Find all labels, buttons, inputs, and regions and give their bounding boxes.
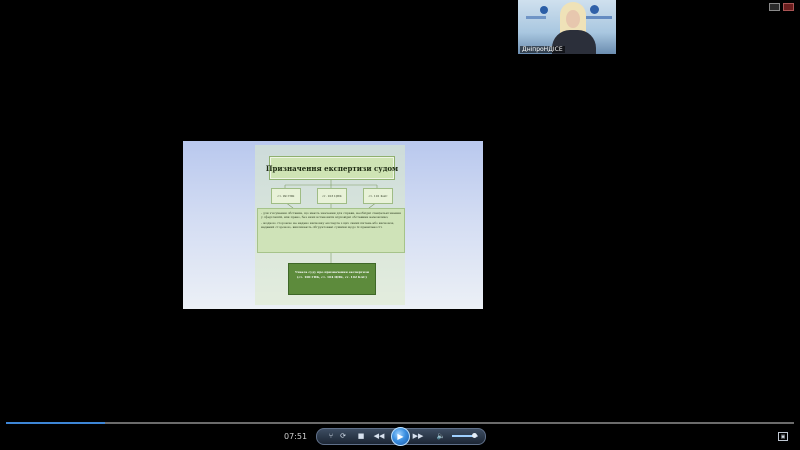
- volume-icon[interactable]: 🔈: [436, 431, 446, 441]
- wall-decoration: [526, 16, 546, 19]
- presenter-face: [566, 10, 580, 28]
- condition-2: - жодною стороною не надано висновку екс…: [261, 221, 395, 229]
- rewind-icon[interactable]: ◀◀: [374, 431, 385, 441]
- slide-title: Призначення експертизи судом: [266, 156, 398, 180]
- ruling-line-2: (ст. 100 ГПК, ст. 104 ЦПК, ст. 102 КАС): [297, 275, 367, 279]
- wall-logo-icon: [540, 6, 548, 14]
- presenter-webcam: ДніпроНДІСЕ: [518, 0, 616, 54]
- fast-forward-icon[interactable]: ▶▶: [413, 431, 424, 441]
- court-ruling-box: Ухвала суду про призначення експертизи (…: [288, 263, 376, 295]
- close-icon[interactable]: [783, 3, 794, 11]
- playlist-icon[interactable]: ⑂: [326, 431, 336, 441]
- law-box-kas: ст. 101 КАС: [363, 188, 393, 204]
- seek-progress: [6, 422, 105, 424]
- elapsed-time: 07:51: [284, 432, 308, 441]
- volume-level: [452, 435, 475, 437]
- seek-bar[interactable]: [6, 422, 794, 424]
- presentation-slide: Призначення експертизи судом ст. 99 ГПК …: [183, 141, 483, 309]
- fullscreen-icon[interactable]: ▣: [778, 432, 788, 441]
- condition-1: - для з'ясування обставин, що мають знач…: [261, 211, 401, 219]
- restore-icon[interactable]: [769, 3, 780, 11]
- repeat-icon[interactable]: ⟳: [338, 431, 348, 441]
- law-box-cpk: ст. 103 ЦПК: [317, 188, 347, 204]
- law-box-gpk: ст. 99 ГПК: [271, 188, 301, 204]
- play-icon[interactable]: ▶: [391, 427, 410, 446]
- window-controls: [769, 3, 794, 11]
- stop-icon[interactable]: ■: [356, 431, 366, 441]
- wall-decoration: [586, 16, 612, 19]
- conditions-text-box: - для з'ясування обставин, що мають знач…: [257, 208, 405, 253]
- wall-emblem-icon: [590, 5, 599, 14]
- webcam-label: ДніпроНДІСЕ: [520, 46, 565, 53]
